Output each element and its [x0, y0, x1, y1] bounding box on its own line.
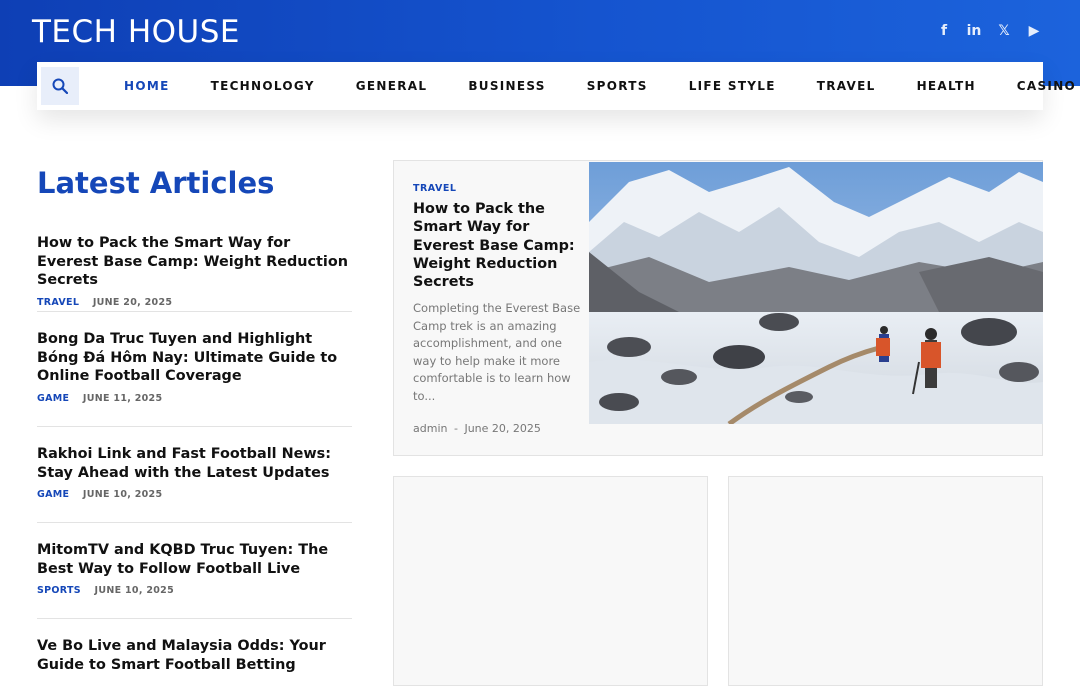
featured-date: June 20, 2025: [464, 422, 541, 435]
nav-item-casino[interactable]: CASINO: [1017, 79, 1076, 93]
main-nav: HOME TECHNOLOGY GENERAL BUSINESS SPORTS …: [37, 62, 1075, 110]
article-card-placeholder: [728, 476, 1043, 686]
social-links: f in 𝕏 ▶: [936, 22, 1042, 40]
featured-title[interactable]: How to Pack the Smart Way for Everest Ba…: [413, 200, 583, 291]
facebook-icon[interactable]: f: [936, 22, 952, 40]
article-meta: GAME JUNE 11, 2025: [37, 393, 352, 404]
featured-image[interactable]: [589, 162, 1043, 424]
article-date: JUNE 10, 2025: [94, 585, 174, 596]
article-title[interactable]: Bong Da Truc Tuyen and Highlight Bóng Đá…: [37, 330, 352, 386]
nav-item-health[interactable]: HEALTH: [917, 79, 976, 93]
divider: [37, 426, 352, 427]
site-logo[interactable]: TECH HOUSE: [32, 14, 240, 50]
article-date: JUNE 11, 2025: [82, 392, 163, 404]
article-title[interactable]: How to Pack the Smart Way for Everest Ba…: [37, 234, 352, 290]
category-link[interactable]: GAME: [37, 393, 69, 404]
nav-item-home[interactable]: HOME: [124, 79, 170, 93]
nav-menu: HOME TECHNOLOGY GENERAL BUSINESS SPORTS …: [124, 62, 1080, 110]
divider: [37, 522, 352, 523]
featured-author[interactable]: admin: [413, 422, 447, 435]
article-meta: TRAVEL JUNE 20, 2025: [37, 297, 352, 308]
featured-excerpt: Completing the Everest Base Camp trek is…: [413, 301, 581, 403]
latest-articles-heading: Latest Articles: [37, 166, 275, 200]
article-title[interactable]: MitomTV and KQBD Truc Tuyen: The Best Wa…: [37, 541, 352, 578]
nav-item-business[interactable]: BUSINESS: [468, 79, 545, 93]
nav-item-lifestyle[interactable]: LIFE STYLE: [689, 79, 776, 93]
category-link[interactable]: TRAVEL: [37, 297, 79, 308]
nav-item-technology[interactable]: TECHNOLOGY: [211, 79, 315, 93]
list-item: MitomTV and KQBD Truc Tuyen: The Best Wa…: [37, 541, 352, 596]
search-button[interactable]: [41, 67, 79, 105]
mountain-photo: [589, 162, 1043, 424]
list-item: Rakhoi Link and Fast Football News: Stay…: [37, 445, 352, 500]
article-card-placeholder: [393, 476, 708, 686]
youtube-icon[interactable]: ▶: [1026, 22, 1042, 40]
featured-meta: admin - June 20, 2025: [413, 422, 541, 435]
search-icon: [52, 78, 68, 94]
article-meta: SPORTS JUNE 10, 2025: [37, 585, 352, 596]
article-date: JUNE 20, 2025: [92, 296, 173, 308]
meta-separator: -: [453, 422, 458, 435]
list-item: Bong Da Truc Tuyen and Highlight Bóng Đá…: [37, 330, 352, 404]
category-link[interactable]: GAME: [37, 489, 69, 500]
nav-item-general[interactable]: GENERAL: [356, 79, 428, 93]
category-link[interactable]: SPORTS: [37, 585, 81, 596]
featured-category-link[interactable]: TRAVEL: [413, 183, 456, 194]
x-icon[interactable]: 𝕏: [996, 22, 1012, 40]
linkedin-icon[interactable]: in: [966, 22, 982, 40]
article-date: JUNE 10, 2025: [82, 489, 163, 500]
featured-article: TRAVEL How to Pack the Smart Way for Eve…: [393, 160, 1043, 456]
article-meta: GAME JUNE 10, 2025: [37, 489, 352, 500]
divider: [37, 618, 352, 619]
list-item: How to Pack the Smart Way for Everest Ba…: [37, 234, 352, 308]
nav-item-sports[interactable]: SPORTS: [587, 79, 648, 93]
article-title[interactable]: Rakhoi Link and Fast Football News: Stay…: [37, 445, 352, 482]
nav-item-travel[interactable]: TRAVEL: [817, 79, 876, 93]
list-item: Ve Bo Live and Malaysia Odds: Your Guide…: [37, 637, 352, 674]
divider: [37, 311, 352, 312]
article-title[interactable]: Ve Bo Live and Malaysia Odds: Your Guide…: [37, 637, 352, 674]
